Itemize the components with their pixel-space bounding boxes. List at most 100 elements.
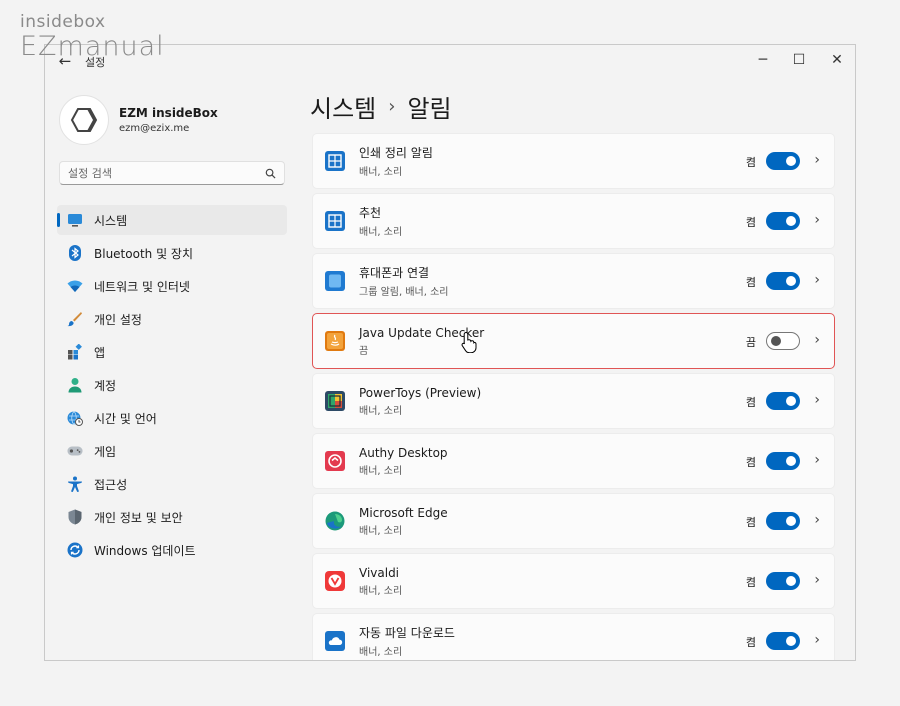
shield-icon [67,509,83,525]
close-button[interactable]: ✕ [825,49,849,71]
breadcrumb-parent[interactable]: 시스템 [310,89,376,124]
sidebar-item-7[interactable]: 게임 [57,436,287,466]
sidebar-item-8[interactable]: 접근성 [57,469,287,499]
sidebar-item-label: 네트워크 및 인터넷 [94,279,190,294]
profile-email: ezm@ezix.me [119,123,190,134]
notification-toggle[interactable] [766,152,800,170]
toggle-state-label: 켬 [745,516,756,529]
toggle-state-label: 켬 [745,576,756,589]
app-notification-type: 그룹 알림, 배너, 소리 [359,287,449,298]
vivaldi-icon [325,571,345,591]
sidebar-item-2[interactable]: 네트워크 및 인터넷 [57,271,287,301]
avatar [59,95,109,145]
toggle-state-label: 켬 [745,456,756,469]
sidebar-item-label: 시간 및 언어 [94,411,157,426]
app-text: Authy Desktop 배너, 소리 [359,446,448,477]
chevron-right-icon[interactable]: › [814,572,820,588]
toggle-state-label: 켬 [745,216,756,229]
search-input[interactable] [68,166,265,180]
app-text: PowerToys (Preview) 배너, 소리 [359,386,481,417]
chevron-right-icon[interactable]: › [814,212,820,228]
notification-toggle[interactable] [766,272,800,290]
edge-icon [325,511,345,531]
sidebar-item-10[interactable]: Windows 업데이트 [57,535,287,565]
java-icon [325,331,345,351]
toggle-state-label: 끔 [745,336,756,349]
user-profile[interactable]: EZM insideBox ezm@ezix.me [59,95,218,145]
apps-icon [67,344,83,360]
app-name: 인쇄 정리 알림 [359,146,433,160]
notification-app-row[interactable]: 휴대폰과 연결 그룹 알림, 배너, 소리 켬 › [312,253,835,309]
avatar-logo-icon [70,108,98,132]
sidebar-item-label: 시스템 [94,213,128,228]
accessibility-icon [67,476,83,492]
sidebar-item-label: Bluetooth 및 장치 [94,246,194,261]
chevron-right-icon[interactable]: › [814,452,820,468]
toggle-state-label: 켬 [745,636,756,649]
chevron-right-icon[interactable]: › [814,512,820,528]
breadcrumb: 시스템 › 알림 [310,89,452,124]
notification-app-row[interactable]: Java Update Checker 끔 끔 › [312,313,835,369]
app-text: 휴대폰과 연결 그룹 알림, 배너, 소리 [359,264,449,298]
chevron-right-icon[interactable]: › [814,152,820,168]
app-name: PowerToys (Preview) [359,385,482,400]
authy-icon [325,451,345,471]
app-text: 자동 파일 다운로드 배너, 소리 [359,624,455,658]
sidebar-nav: 시스템 Bluetooth 및 장치네트워크 및 인터넷개인 설정앱계정시간 및 … [57,205,287,568]
system-icon [67,212,83,228]
notification-app-row[interactable]: Authy Desktop 배너, 소리 켬 › [312,433,835,489]
bluetooth-icon [67,245,83,261]
sidebar-item-1[interactable]: Bluetooth 및 장치 [57,238,287,268]
notification-app-row[interactable]: 인쇄 정리 알림 배너, 소리 켬 › [312,133,835,189]
sidebar-item-4[interactable]: 앱 [57,337,287,367]
print-queue-icon [325,151,345,171]
watermark-line1: insidebox [20,12,106,32]
notification-toggle[interactable] [766,332,800,350]
sidebar-item-9[interactable]: 개인 정보 및 보안 [57,502,287,532]
gamepad-icon [67,443,83,459]
cloud-icon [325,631,345,651]
profile-name: EZM insideBox [119,106,218,120]
notification-toggle[interactable] [766,632,800,650]
toggle-state-label: 켬 [745,276,756,289]
app-notification-type: 배너, 소리 [359,465,403,477]
search-box[interactable] [59,161,285,185]
notification-app-row[interactable]: 추천 배너, 소리 켬 › [312,193,835,249]
watermark: insidebox EZmanual [20,12,165,62]
search-icon[interactable] [265,168,276,179]
title-bar: ← 설정 ─ ☐ ✕ [45,45,855,77]
phone-link-icon [325,271,345,291]
notification-toggle[interactable] [766,392,800,410]
notification-app-row[interactable]: Vivaldi 배너, 소리 켬 › [312,553,835,609]
notification-toggle[interactable] [766,212,800,230]
chevron-right-icon[interactable]: › [814,632,820,648]
chevron-right-icon[interactable]: › [814,332,820,348]
app-notification-type: 배너, 소리 [359,227,403,238]
sidebar-item-3[interactable]: 개인 설정 [57,304,287,334]
brush-icon [67,311,83,327]
app-text: 추천 배너, 소리 [359,204,402,238]
update-icon [67,542,83,558]
notification-app-row[interactable]: PowerToys (Preview) 배너, 소리 켬 › [312,373,835,429]
app-notification-type: 배너, 소리 [359,167,403,178]
app-text: 인쇄 정리 알림배너, 소리 [359,144,433,178]
notification-app-list: 인쇄 정리 알림 배너, 소리 켬 › 추천 배너, 소리 켬 › 휴대폰과 연결 그룹 알림, … [312,133,835,660]
sidebar-item-6[interactable]: 시간 및 언어 [57,403,287,433]
chevron-right-icon[interactable]: › [814,392,820,408]
sidebar-item-5[interactable]: 계정 [57,370,287,400]
app-text: Microsoft Edge 배너, 소리 [359,506,448,537]
watermark-line2: EZmanual [20,31,165,62]
notification-toggle[interactable] [766,452,800,470]
notification-toggle[interactable] [766,572,800,590]
notification-app-row[interactable]: 자동 파일 다운로드 배너, 소리 켬 › [312,613,835,660]
sidebar-item-0[interactable]: 시스템 [57,205,287,235]
app-name: Microsoft Edge [359,505,448,520]
notification-app-row[interactable]: Microsoft Edge 배너, 소리 켬 › [312,493,835,549]
minimize-button[interactable]: ─ [751,49,775,71]
sidebar-item-label: 개인 설정 [94,312,142,327]
notification-toggle[interactable] [766,512,800,530]
maximize-button[interactable]: ☐ [787,49,811,71]
settings-window: ← 설정 ─ ☐ ✕ EZM insideBox ezm@ezix.me 설정 … [44,44,856,661]
sidebar-item-label: 앱 [94,345,106,360]
chevron-right-icon[interactable]: › [814,272,820,288]
